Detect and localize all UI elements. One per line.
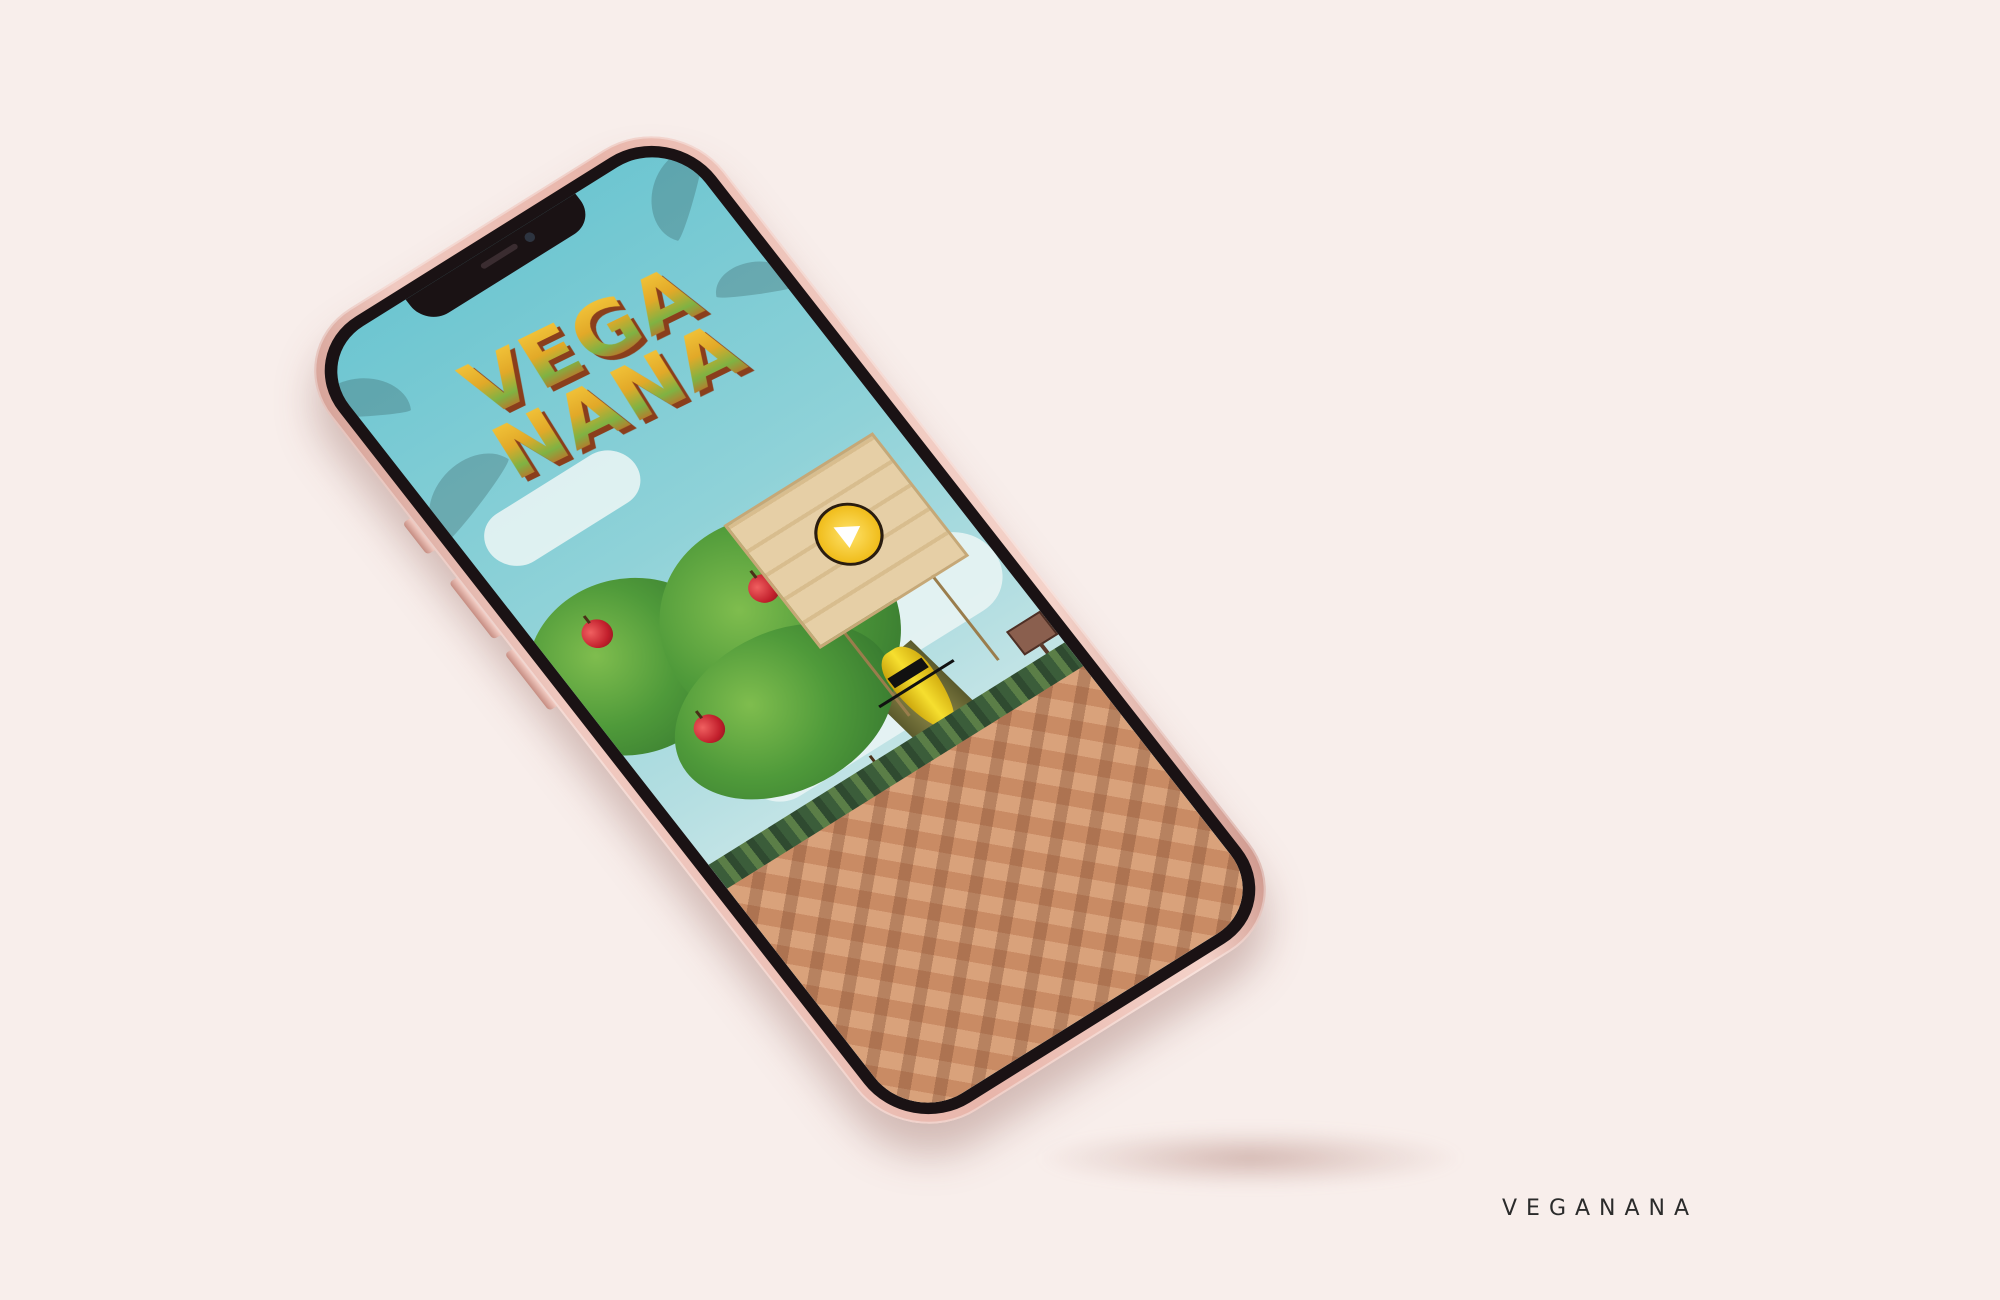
leaf-decoration <box>641 139 707 242</box>
speaker <box>479 242 519 270</box>
front-camera <box>522 230 538 244</box>
play-button[interactable] <box>800 490 898 578</box>
phone-body: VEGA NANA <box>280 106 1300 1154</box>
signpost <box>1005 610 1059 656</box>
phone-bezel: VEGA NANA <box>294 119 1286 1141</box>
leaf-decoration <box>312 375 412 420</box>
phone-shadow <box>1040 1128 1460 1188</box>
brand-caption: VEGANANA <box>1502 1196 1699 1221</box>
sunglasses <box>887 657 929 689</box>
game-screen[interactable]: VEGA NANA <box>312 135 1268 1125</box>
